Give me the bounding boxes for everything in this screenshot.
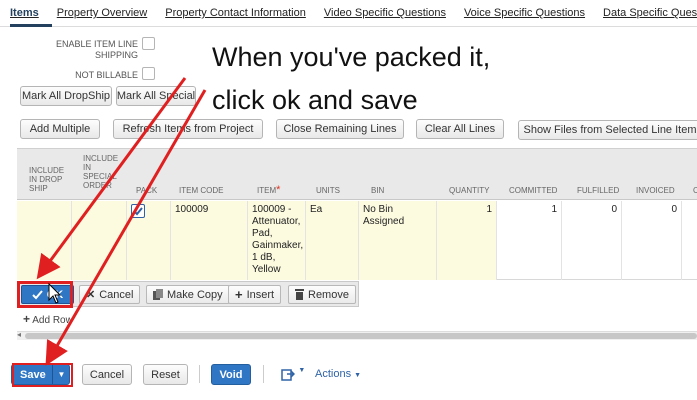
pack-checkbox[interactable] (131, 204, 145, 218)
item-line-row[interactable]: 100009 100009 - Attenuator, Pad, Gainmak… (17, 201, 697, 280)
scroll-left-icon[interactable]: ◂ (17, 330, 21, 339)
col-quantity: QUANTITY (449, 186, 490, 195)
not-billable-checkbox[interactable] (142, 67, 155, 80)
cell-quantity[interactable]: 1 (437, 201, 497, 280)
col-units: UNITS (316, 186, 340, 195)
col-fulfilled: FULFILLED (577, 186, 620, 195)
cell-pack[interactable] (127, 201, 171, 280)
actions-menu[interactable]: Actions ▼ (315, 368, 361, 380)
item-grid-header: INCLUDE IN DROP SHIP INCLUDE IN SPECIAL … (17, 148, 697, 200)
mark-all-special-button[interactable]: Mark All Special (116, 86, 196, 106)
cell-units[interactable]: Ea (306, 201, 359, 280)
void-button[interactable]: Void (211, 364, 251, 385)
annotation-text-line-1: When you've packed it, (212, 42, 491, 72)
col-bin: BIN (371, 186, 385, 195)
insert-button[interactable]: + Insert (228, 285, 282, 304)
cell-committed: 1 (497, 201, 562, 280)
scrollbar-thumb[interactable] (25, 333, 697, 339)
line-cancel-button[interactable]: ✕ Cancel (79, 285, 141, 304)
checkmark-icon (133, 207, 143, 216)
close-remaining-lines-button[interactable]: Close Remaining Lines (276, 119, 404, 139)
tab-property-overview[interactable]: Property Overview (57, 7, 147, 19)
tab-items[interactable]: Items (10, 7, 39, 19)
col-invoiced: INVOICED (636, 186, 675, 195)
plus-icon: + (23, 312, 31, 326)
reset-button[interactable]: Reset (143, 364, 188, 385)
tab-voice-specific-questions[interactable]: Voice Specific Questions (464, 7, 585, 19)
cell-item-code[interactable]: 100009 (171, 201, 248, 280)
divider (263, 365, 264, 383)
add-multiple-button[interactable]: Add Multiple (20, 119, 100, 139)
tab-data-specific-questions[interactable]: Data Specific Question (603, 7, 697, 19)
copy-icon (153, 289, 163, 300)
show-files-from-selected-line-item-button[interactable]: Show Files from Selected Line Item (518, 120, 697, 140)
clear-all-lines-button[interactable]: Clear All Lines (416, 119, 504, 139)
annotation-highlight-box (17, 281, 73, 308)
chevron-down-icon: ▼ (354, 372, 362, 379)
col-item: ITEM* (257, 184, 281, 196)
plus-icon: + (235, 287, 243, 302)
col-pack: PACK (136, 186, 158, 195)
cell-include-special-order[interactable] (72, 201, 127, 280)
trash-icon (295, 289, 304, 300)
tab-video-specific-questions[interactable]: Video Specific Questions (324, 7, 446, 19)
remove-button[interactable]: Remove (288, 285, 356, 304)
col-include-special-order: INCLUDE IN SPECIAL ORDER (83, 154, 119, 190)
tab-property-contact-information[interactable]: Property Contact Information (165, 7, 306, 19)
add-row-link[interactable]: + Add Row (23, 312, 73, 326)
required-asterisk: * (276, 184, 281, 196)
col-include-drop-ship: INCLUDE IN DROP SHIP (29, 166, 65, 193)
print-menu-icon[interactable]: ▼ (281, 367, 305, 384)
col-committed: COMMITTED (509, 186, 558, 195)
cell-fulfilled: 0 (562, 201, 622, 280)
cell-bin[interactable]: No Bin Assigned (359, 201, 437, 280)
close-icon: ✕ (86, 289, 96, 301)
cell-item[interactable]: 100009 - Attenuator, Pad, Gainmaker, 1 d… (248, 201, 306, 280)
subtab-bar: Items Property Overview Property Contact… (0, 0, 697, 27)
divider (199, 365, 200, 383)
annotation-save-highlight (12, 363, 73, 387)
active-tab-indicator (10, 24, 52, 27)
mark-all-dropship-button[interactable]: Mark All DropShip (20, 86, 112, 106)
col-item-code: ITEM CODE (179, 186, 224, 195)
export-icon (281, 369, 296, 381)
cell-include-drop-ship[interactable] (17, 201, 72, 280)
enable-item-line-shipping-checkbox[interactable] (142, 37, 155, 50)
chevron-down-icon: ▼ (298, 367, 306, 374)
not-billable-label: NOT BILLABLE (75, 70, 138, 80)
annotation-text-line-2: click ok and save (212, 85, 418, 115)
cell-invoiced: 0 (622, 201, 682, 280)
enable-item-line-shipping-label: ENABLE ITEM LINE SHIPPING (55, 39, 138, 60)
make-copy-button[interactable]: Make Copy (146, 285, 230, 304)
horizontal-scrollbar[interactable]: ◂ (17, 330, 697, 340)
refresh-items-from-project-button[interactable]: Refresh Items from Project (113, 119, 263, 139)
col-extra: C (693, 186, 697, 195)
cancel-button[interactable]: Cancel (82, 364, 132, 385)
